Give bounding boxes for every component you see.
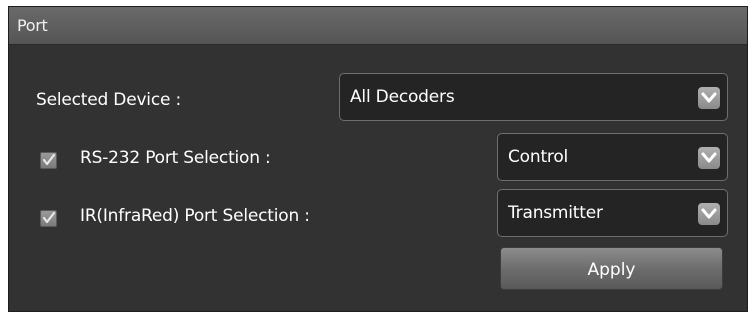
ir-value: Transmitter: [508, 203, 603, 223]
selected-device-label: Selected Device :: [36, 90, 181, 110]
ir-label: IR(InfraRed) Port Selection :: [80, 206, 310, 226]
chevron-down-icon[interactable]: [698, 203, 720, 225]
rs232-label: RS-232 Port Selection :: [80, 148, 271, 168]
selected-device-value: All Decoders: [350, 87, 455, 107]
panel-header: Port: [9, 7, 747, 45]
panel-title: Port: [17, 16, 48, 35]
selected-device-dropdown[interactable]: All Decoders: [339, 73, 728, 121]
port-panel: Port Selected Device : All Decoders RS-2…: [8, 6, 748, 312]
ir-checkbox[interactable]: [40, 210, 57, 227]
rs232-dropdown[interactable]: Control: [497, 133, 728, 181]
apply-label: Apply: [587, 260, 636, 280]
checkmark-icon: [42, 211, 56, 224]
rs232-value: Control: [508, 147, 569, 167]
chevron-down-icon[interactable]: [698, 87, 720, 109]
rs232-checkbox[interactable]: [40, 152, 57, 169]
chevron-down-icon[interactable]: [698, 147, 720, 169]
apply-button[interactable]: Apply: [500, 247, 723, 290]
checkmark-icon: [42, 153, 56, 166]
ir-dropdown[interactable]: Transmitter: [497, 189, 728, 237]
